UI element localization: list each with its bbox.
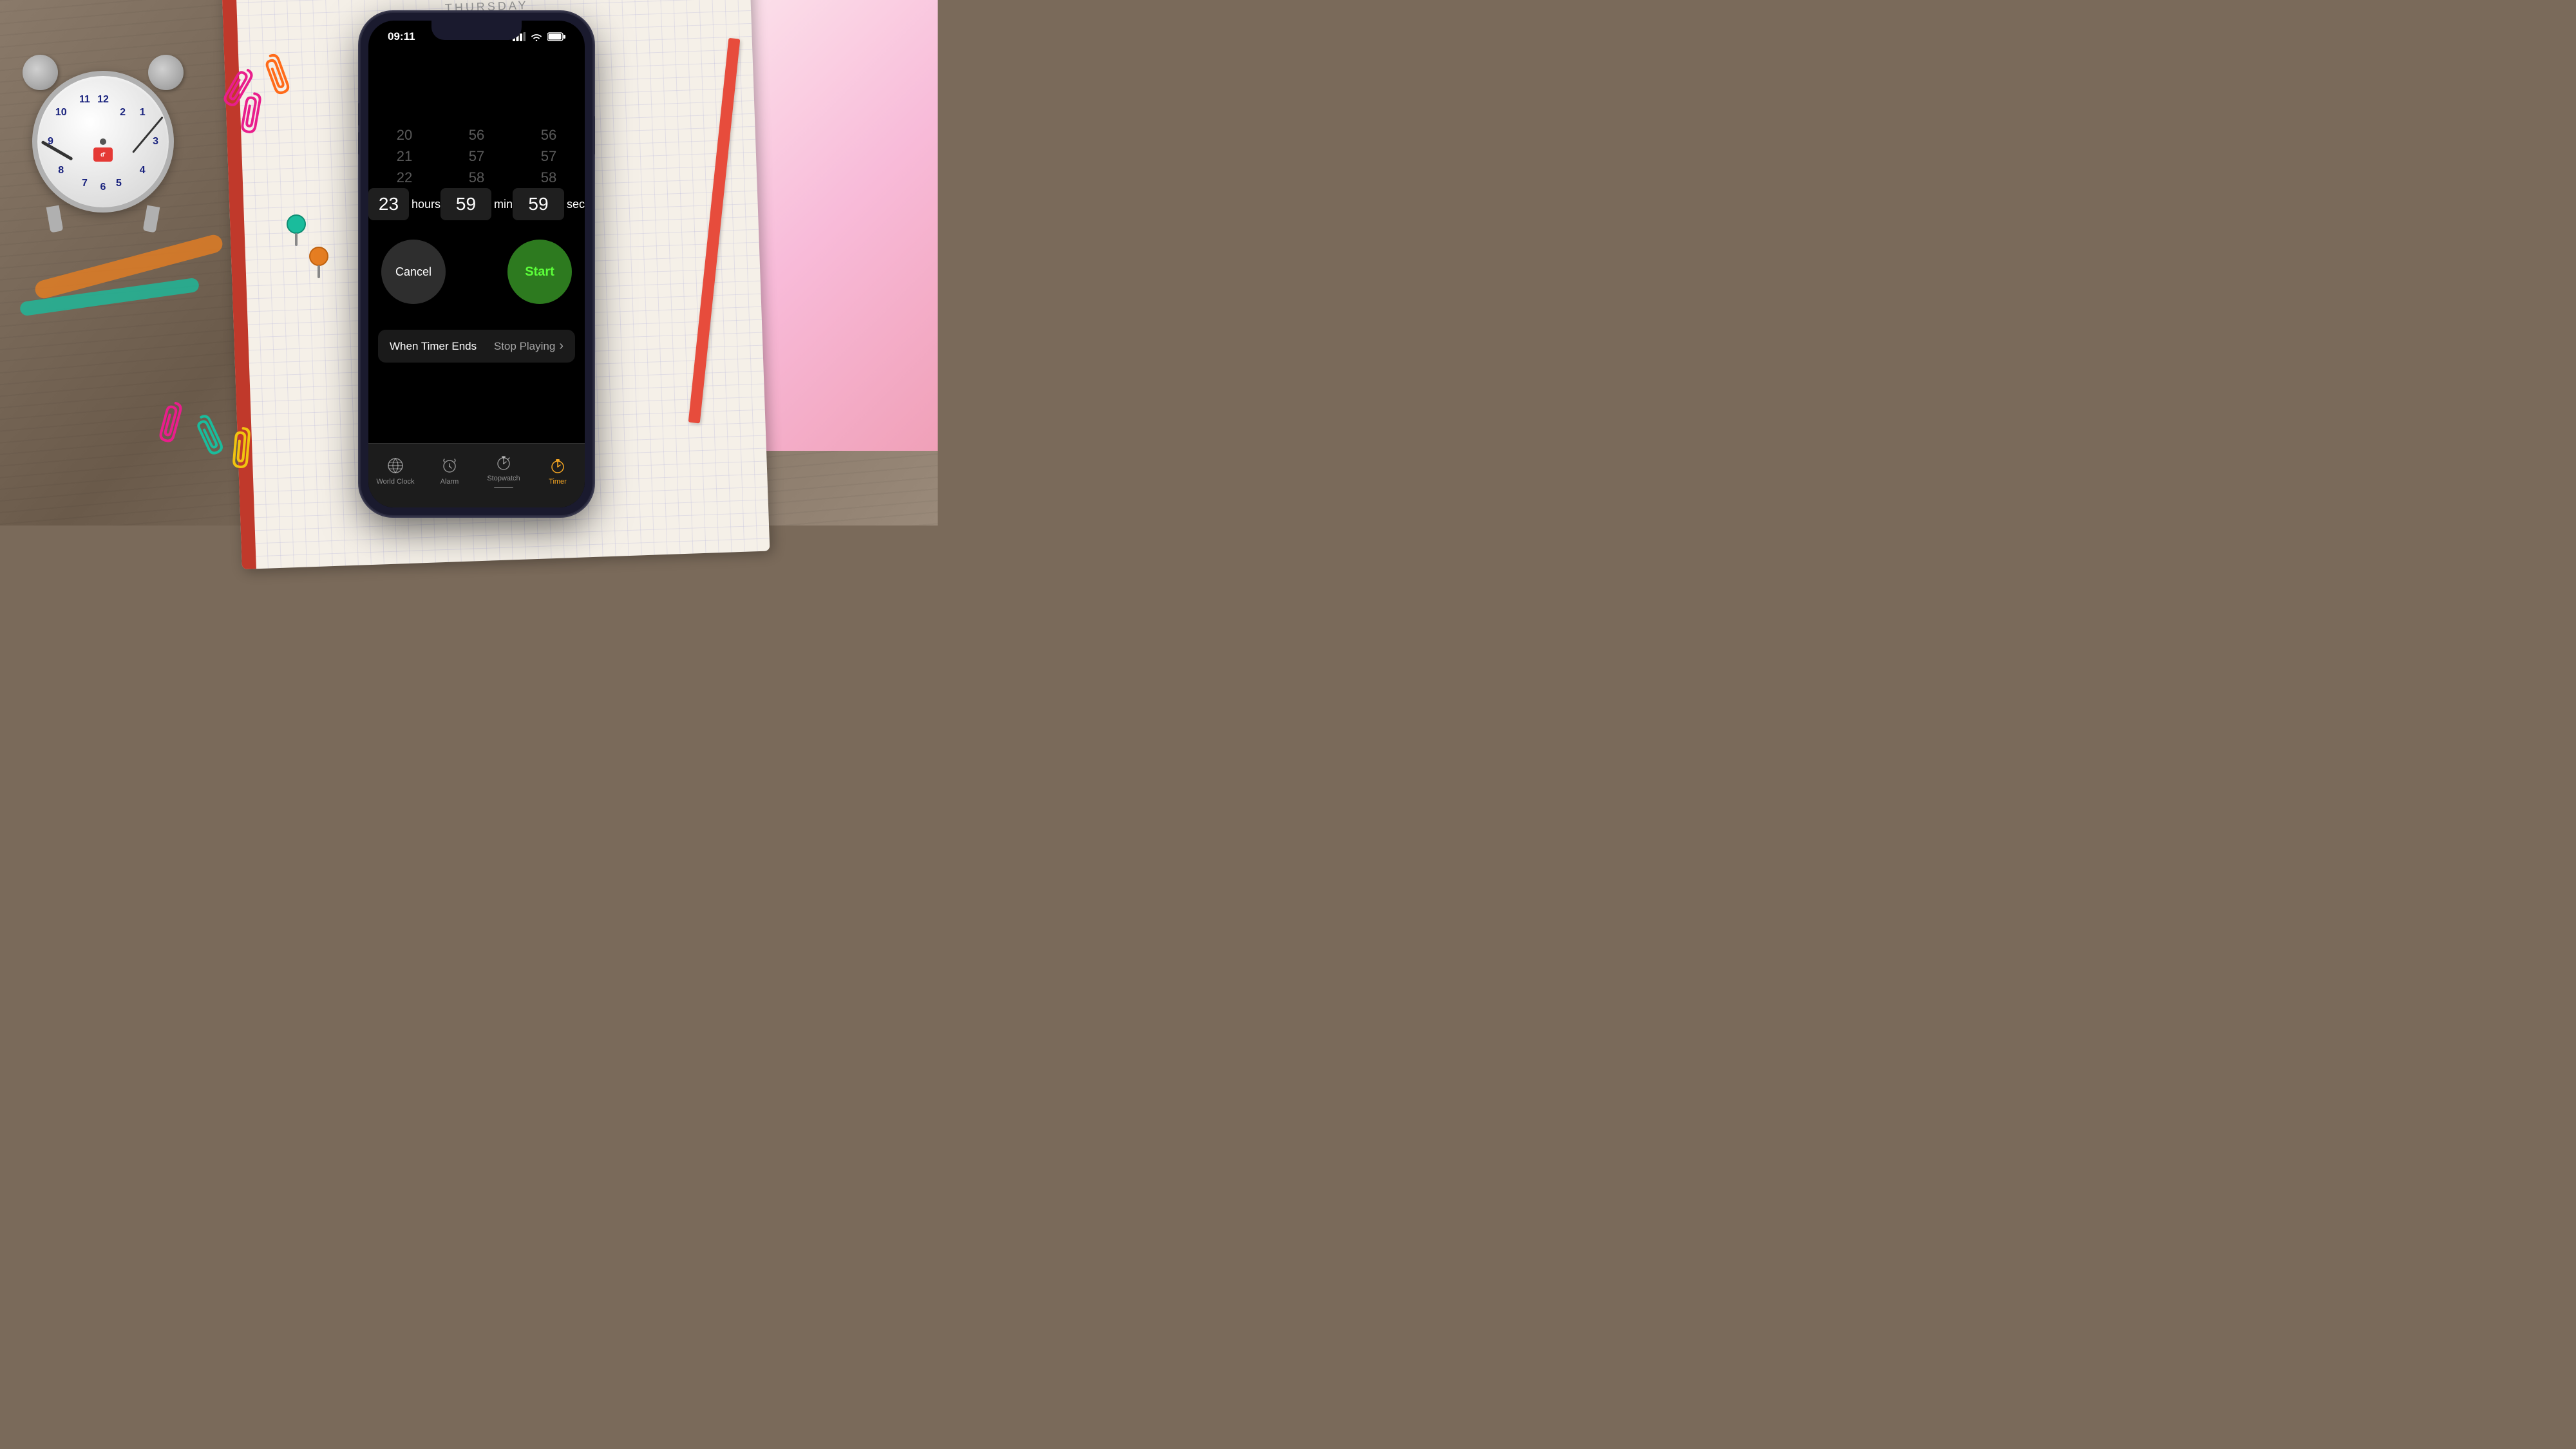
status-icons (513, 32, 565, 41)
clock-num-3: 3 (153, 136, 158, 147)
clock-num-6: 6 (100, 182, 106, 193)
hours-selected[interactable]: 23 (368, 188, 409, 220)
seconds-selected[interactable]: 59 (513, 188, 564, 220)
phone-body: 09:11 (361, 13, 592, 515)
timer-ends-chevron: › (559, 339, 564, 354)
world-clock-icon (386, 457, 404, 475)
start-button[interactable]: Start (507, 240, 572, 304)
clock-num-2: 2 (120, 107, 126, 118)
clock-bell-right (148, 55, 184, 90)
stopwatch-active-indicator (494, 487, 513, 488)
clock-num-12: 12 (97, 94, 109, 106)
stopwatch-icon (495, 453, 513, 471)
clock-face: 12 1 3 4 5 6 7 8 9 10 11 2 d' (32, 71, 174, 213)
alarm-clock: 12 1 3 4 5 6 7 8 9 10 11 2 d' (13, 52, 193, 232)
clock-leg-right (143, 205, 160, 233)
hours-above-1: 20 (368, 124, 440, 146)
tab-world-clock[interactable]: World Clock (368, 457, 422, 486)
timer-ends-label: When Timer Ends (390, 340, 477, 353)
status-time: 09:11 (388, 30, 415, 43)
clock-minute-hand (132, 117, 164, 153)
timer-icon (549, 457, 567, 475)
timer-ends-value: Stop Playing › (494, 339, 564, 354)
battery-icon (547, 32, 565, 41)
hours-above-2: 21 (368, 146, 440, 167)
clock-num-1: 1 (140, 107, 146, 118)
clock-center (100, 138, 106, 145)
tab-alarm-label: Alarm (440, 478, 459, 486)
seconds-picker-column[interactable]: 56 57 58 59 sec (513, 124, 585, 220)
minutes-selected-row[interactable]: 59 min (440, 188, 513, 220)
seconds-above-2: 57 (513, 146, 585, 167)
minutes-above-3: 58 (440, 167, 513, 188)
clock-num-8: 8 (58, 165, 64, 176)
seconds-selected-row[interactable]: 59 sec (513, 188, 585, 220)
minutes-label: min (494, 198, 513, 211)
phone-screen: 09:11 (368, 21, 585, 507)
seconds-above-3: 58 (513, 167, 585, 188)
tab-world-clock-label: World Clock (376, 478, 414, 486)
pushpin-orange (306, 245, 332, 283)
hours-above-3: 22 (368, 167, 440, 188)
phone-notch (431, 21, 522, 40)
minutes-picker-column[interactable]: 56 57 58 59 min (440, 124, 513, 220)
clock-bell-left (23, 55, 58, 90)
clock-num-7: 7 (82, 178, 88, 189)
timer-ends-value-text: Stop Playing (494, 340, 555, 353)
action-buttons: Cancel Start (381, 240, 572, 304)
alarm-icon (440, 457, 459, 475)
clock-num-5: 5 (116, 178, 122, 189)
clock-brand: d' (93, 147, 113, 162)
minutes-above-1: 56 (440, 124, 513, 146)
tab-stopwatch-label: Stopwatch (487, 475, 520, 482)
hours-selected-row[interactable]: 23 hours (368, 188, 440, 220)
volume-down-button (358, 132, 361, 155)
cancel-button[interactable]: Cancel (381, 240, 446, 304)
tab-alarm[interactable]: Alarm (422, 457, 477, 486)
phone: 09:11 (361, 13, 592, 515)
clock-num-10: 10 (55, 107, 67, 118)
hours-picker-column[interactable]: 20 21 22 23 hours (368, 124, 440, 220)
timer-ends-row[interactable]: When Timer Ends Stop Playing › (378, 330, 575, 363)
seconds-above-1: 56 (513, 124, 585, 146)
tab-timer-label: Timer (549, 478, 567, 486)
wifi-icon (531, 32, 542, 41)
timer-picker[interactable]: 20 21 22 23 hours 56 57 58 59 min (368, 79, 585, 227)
minutes-above-2: 57 (440, 146, 513, 167)
tab-bar: World Clock Alarm (368, 443, 585, 507)
tab-stopwatch[interactable]: Stopwatch (477, 453, 531, 488)
paperclip-yellow-1 (230, 424, 253, 471)
minutes-selected[interactable]: 59 (440, 188, 491, 220)
clock-hour-hand (41, 140, 73, 161)
tab-timer[interactable]: Timer (531, 457, 585, 486)
clock-num-11: 11 (79, 94, 90, 106)
power-button (592, 116, 595, 155)
seconds-label: sec (567, 198, 585, 211)
clock-leg-left (46, 205, 64, 233)
pushpin-teal (283, 213, 309, 251)
hours-label: hours (412, 198, 440, 211)
clock-num-4: 4 (140, 165, 146, 176)
volume-up-button (358, 103, 361, 126)
